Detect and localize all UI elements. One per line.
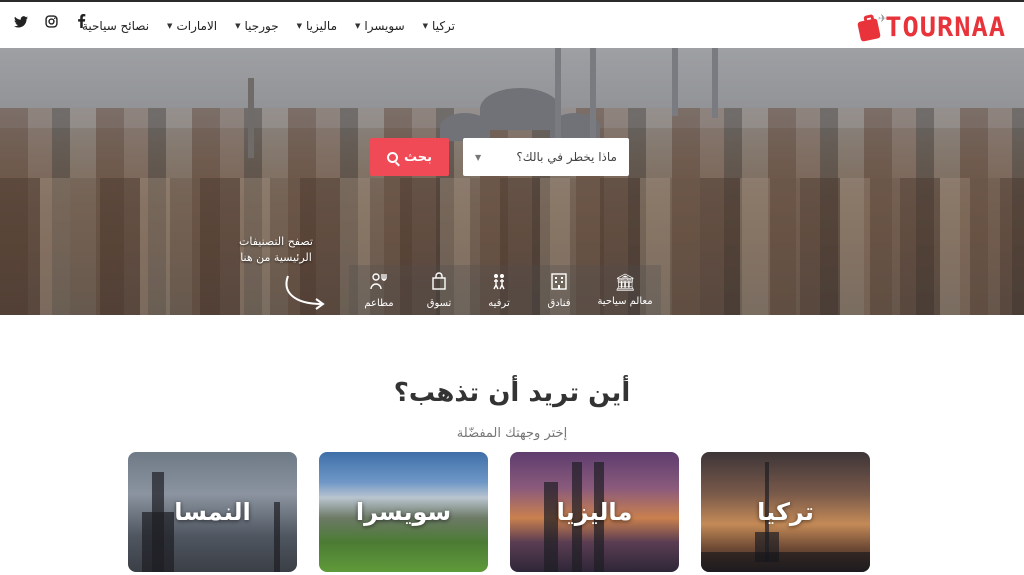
shopping-bag-icon — [430, 271, 448, 294]
destinations-subtitle: إختر وجهتك المفضّلة — [456, 426, 568, 441]
nav-item-turkey[interactable]: تركيا ▼ — [414, 14, 464, 38]
nav-item-label: سويسرا — [364, 19, 405, 33]
top-navbar: ✈ TOURNAA تركيا ▼ سويسرا ▼ ماليزيا ▼ جور… — [0, 0, 1024, 48]
destination-name: النمسا — [174, 498, 251, 526]
search-icon — [387, 151, 398, 163]
chevron-down-icon: ▼ — [167, 22, 173, 30]
restaurant-icon — [369, 272, 389, 294]
main-nav: تركيا ▼ سويسرا ▼ ماليزيا ▼ جورجيا ▼ الام… — [73, 14, 464, 38]
destination-name: ماليزيا — [556, 498, 633, 526]
nav-item-switzerland[interactable]: سويسرا ▼ — [346, 14, 414, 38]
chevron-down-icon: ▼ — [422, 22, 429, 30]
browse-hint-line1: تصفح التصنيفات — [239, 235, 313, 248]
category-label: ترفيه — [488, 297, 510, 309]
category-label: تسوق — [426, 297, 452, 309]
chevron-down-icon: ▼ — [355, 22, 361, 30]
category-restaurants[interactable]: مطاعم — [349, 265, 409, 315]
category-shopping[interactable]: تسوق — [409, 265, 469, 315]
instagram-icon[interactable] — [36, 14, 66, 32]
destination-card-switzerland[interactable]: سويسرا — [319, 452, 488, 572]
landmark-icon: 🏛 — [614, 272, 636, 293]
destination-name: تركيا — [757, 498, 814, 526]
search-placeholder: ماذا يخطر في بالك؟ — [516, 150, 617, 164]
twitter-icon[interactable] — [6, 14, 36, 32]
hotel-icon — [550, 272, 568, 294]
search-button-label: بحث — [404, 149, 433, 165]
destination-card-turkey[interactable]: تركيا — [701, 452, 870, 572]
category-label: معالم سياحية — [597, 295, 653, 307]
category-label: مطاعم — [364, 297, 394, 309]
category-landmarks[interactable]: 🏛 معالم سياحية — [589, 265, 661, 315]
hero-banner: ماذا يخطر في بالك؟ ▼ بحث تصفح التصنيفات … — [0, 48, 1024, 315]
category-hotels[interactable]: فنادق — [529, 265, 589, 315]
destination-card-austria[interactable]: النمسا — [128, 452, 297, 572]
nav-item-malaysia[interactable]: ماليزيا ▼ — [288, 14, 346, 38]
nav-item-label: تركيا — [432, 19, 455, 33]
browse-categories-hint: تصفح التصنيفات الرئيسية من هنا — [226, 234, 326, 266]
search-input[interactable]: ماذا يخطر في بالك؟ ▼ — [463, 138, 629, 176]
brand-logo[interactable]: ✈ TOURNAA — [857, 10, 1006, 44]
category-entertainment[interactable]: ترفيه — [469, 265, 529, 315]
suitcase-icon: ✈ — [857, 12, 887, 42]
curved-arrow-icon — [285, 275, 325, 310]
brand-name: TOURNAA — [885, 11, 1006, 43]
social-links — [6, 14, 96, 32]
chevron-down-icon: ▼ — [475, 152, 482, 162]
facebook-icon[interactable] — [66, 14, 96, 32]
category-bar: 🏛 معالم سياحية فنادق ترفيه تسوق مطاعم — [349, 265, 661, 315]
destination-cards: النمسا سويسرا ماليزيا تركيا — [128, 452, 871, 575]
nav-item-label: ماليزيا — [306, 19, 337, 33]
destination-card-malaysia[interactable]: ماليزيا — [510, 452, 679, 572]
nav-item-emirates[interactable]: الامارات ▼ — [158, 14, 226, 38]
browse-hint-line2: الرئيسية من هنا — [240, 251, 312, 264]
chevron-down-icon: ▼ — [235, 22, 241, 30]
nav-item-label: الامارات — [176, 19, 218, 33]
nav-item-label: جورجيا — [244, 19, 279, 33]
entertainment-icon — [490, 272, 508, 294]
nav-item-georgia[interactable]: جورجيا ▼ — [226, 14, 288, 38]
destination-name: سويسرا — [355, 498, 452, 526]
search-button[interactable]: بحث — [370, 138, 449, 176]
chevron-down-icon: ▼ — [296, 22, 303, 30]
destinations-title: أين تريد أن تذهب؟ — [393, 378, 631, 408]
category-label: فنادق — [547, 297, 571, 309]
